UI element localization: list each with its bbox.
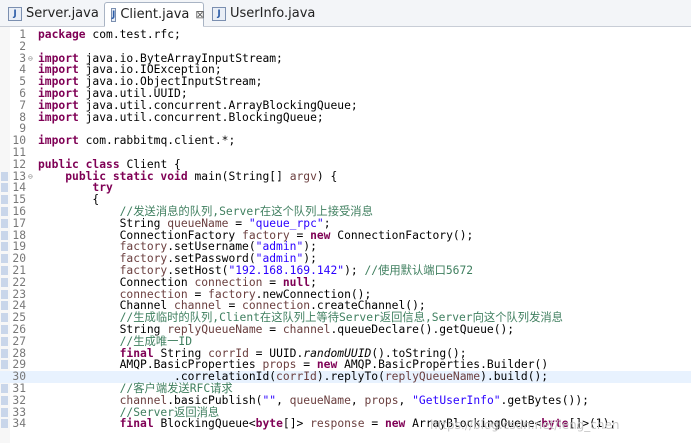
code-token: corrId (276, 370, 317, 384)
code-token: ) { (316, 169, 338, 183)
code-token: byte (255, 417, 283, 431)
code-line[interactable]: 8 import java.util.concurrent.BlockingQue… (0, 110, 691, 124)
code-token: , (398, 393, 413, 407)
line-number: 34 (12, 417, 26, 431)
code-token: import (38, 110, 79, 124)
line-number: 7 (19, 98, 26, 112)
code-token: ); (344, 264, 365, 277)
code-token: new (384, 417, 406, 431)
line-number: 2 (19, 39, 26, 53)
code-token: //使用默认端口5672 (364, 264, 474, 277)
code-token: props (364, 393, 399, 407)
code-token: final (119, 417, 154, 431)
tab-label: UserInfo.java (230, 6, 316, 21)
java-file-icon: J (111, 7, 117, 22)
code-token: ).replyTo( (316, 370, 385, 384)
line-number: 22 (12, 275, 26, 289)
code-line[interactable]: 1 package com.test.rfc; (0, 29, 691, 41)
fold-toggle-icon[interactable]: ⊖ (28, 53, 36, 65)
code-text: package com.test.rfc; (38, 29, 181, 41)
code-text: import java.util.concurrent.BlockingQueu… (38, 110, 324, 124)
code-token: main(String[] (194, 169, 290, 183)
code-line[interactable]: 10 import com.rabbitmq.client.*; (0, 135, 691, 147)
code-editor[interactable]: 1 package com.test.rfc; 2 3 ⊖ import java.io.… (0, 27, 691, 443)
tab-label: Server.java (26, 6, 99, 21)
code-token: , (276, 393, 290, 407)
code-token: com.test.rfc; (92, 28, 181, 41)
fold-toggle-icon[interactable]: ⊖ (28, 171, 36, 183)
java-file-icon: J (212, 6, 226, 21)
code-token: replyQueueName (384, 370, 481, 384)
java-file-icon: J (8, 6, 22, 21)
line-number: 27 (12, 334, 26, 348)
editor-tab-bar: J Server.java J Client.java ⊠ J UserInfo… (0, 0, 691, 27)
code-token: java.util.concurrent.BlockingQueue; (85, 110, 324, 124)
code-token: ConnectionFactory(); (330, 228, 474, 242)
line-number: 32 (12, 393, 26, 407)
watermark: https://blog.csdn.net/leng_chen (430, 418, 620, 432)
code-token: ).build(); (480, 370, 549, 384)
code-token: response (310, 417, 365, 431)
line-number: 17 (12, 216, 26, 230)
code-token: "" (262, 393, 277, 407)
code-token: []> (282, 417, 311, 431)
line-number: 12 (12, 157, 26, 171)
tab-server-java[interactable]: J Server.java (2, 2, 103, 25)
tab-label: Client.java (120, 7, 190, 22)
code-token: import (38, 134, 79, 148)
code-token: channel (282, 323, 331, 336)
close-icon[interactable]: ⊠ (195, 8, 204, 21)
code-token: com.rabbitmq.client.*; (85, 134, 236, 148)
code-token: "GetUserInfo" (412, 393, 501, 407)
code-token: argv (289, 169, 317, 183)
code-token: , (350, 393, 365, 407)
code-token: = (364, 417, 385, 431)
code-token: = (262, 323, 283, 336)
code-text: import com.rabbitmq.client.*; (38, 135, 235, 147)
code-token: queueName (289, 393, 351, 407)
code-line[interactable]: 14 try (0, 182, 691, 194)
code-token: .queueDeclare().getQueue(); (330, 323, 515, 336)
tab-userinfo-java[interactable]: J UserInfo.java (206, 2, 316, 25)
code-token: .getBytes()); (500, 393, 589, 407)
tab-client-java[interactable]: J Client.java ⊠ (104, 2, 205, 27)
code-token: BlockingQueue< (153, 417, 256, 431)
code-token: package (38, 28, 86, 41)
